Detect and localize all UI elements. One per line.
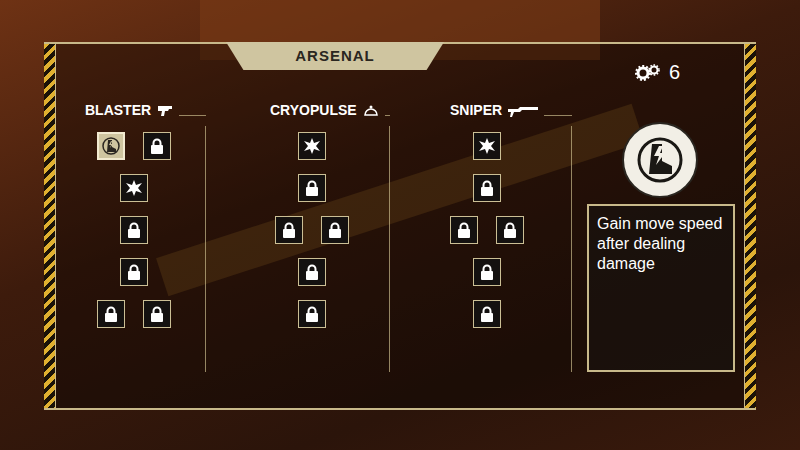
- lock-icon: [126, 222, 142, 239]
- node-row: [450, 300, 524, 328]
- lock-icon: [327, 222, 343, 239]
- tree-header: BLASTER: [56, 100, 206, 120]
- lock-icon: [281, 222, 297, 239]
- skill-node[interactable]: [275, 216, 303, 244]
- skill-node[interactable]: [298, 132, 326, 160]
- skill-tree: CRYOPULSE: [206, 44, 390, 408]
- skill-tree: BLASTER: [56, 44, 206, 408]
- tree-header: SNIPER: [390, 100, 572, 120]
- node-row: [275, 174, 349, 202]
- burst-icon: [478, 137, 496, 155]
- lock-icon: [304, 180, 320, 197]
- lock-icon: [479, 306, 495, 323]
- lock-icon: [126, 264, 142, 281]
- skill-node[interactable]: [298, 300, 326, 328]
- node-row: [275, 300, 349, 328]
- lock-icon: [304, 264, 320, 281]
- node-row: [97, 132, 171, 160]
- description-text: Gain move speed after dealing damage: [597, 214, 725, 274]
- skill-node[interactable]: [473, 300, 501, 328]
- panel-title: ARSENAL: [295, 45, 375, 68]
- skill-node[interactable]: [120, 216, 148, 244]
- node-row: [97, 216, 171, 244]
- lock-icon: [456, 222, 472, 239]
- lock-icon: [103, 306, 119, 323]
- node-box: [450, 132, 524, 328]
- header-line: [179, 115, 206, 116]
- skill-node[interactable]: [120, 174, 148, 202]
- skill-node[interactable]: [97, 300, 125, 328]
- skill-node[interactable]: [143, 300, 171, 328]
- cryo-dome-icon: [363, 103, 379, 117]
- hazard-stripe: [44, 44, 56, 408]
- skill-node[interactable]: [143, 132, 171, 160]
- skill-node[interactable]: [473, 258, 501, 286]
- sniper-rifle-icon: [508, 103, 538, 117]
- node-box: [97, 132, 171, 328]
- header-line: [544, 115, 572, 116]
- detail-area: 6 Gain move speed after dealing damage: [572, 44, 744, 408]
- description-box: Gain move speed after dealing damage: [587, 204, 735, 372]
- tree-name: SNIPER: [450, 100, 502, 121]
- skill-node[interactable]: [97, 132, 125, 160]
- skill-node[interactable]: [450, 216, 478, 244]
- node-row: [97, 258, 171, 286]
- node-row: [275, 258, 349, 286]
- skill-node[interactable]: [473, 174, 501, 202]
- skill-node[interactable]: [496, 216, 524, 244]
- node-row: [97, 300, 171, 328]
- tree-header: CRYOPULSE: [206, 100, 390, 120]
- speed-boot-icon: [102, 137, 120, 155]
- skill-node[interactable]: [321, 216, 349, 244]
- pistol-icon: [157, 103, 173, 117]
- tree-nodes: [56, 126, 206, 372]
- node-row: [97, 174, 171, 202]
- skill-node[interactable]: [298, 174, 326, 202]
- speed-boot-icon: [636, 136, 684, 184]
- lock-icon: [149, 306, 165, 323]
- arsenal-panel: ARSENAL BLASTER CRYOPULSE SNIPER 6 Gain move …: [44, 42, 756, 410]
- lock-icon: [479, 264, 495, 281]
- skill-tree: SNIPER: [390, 44, 572, 408]
- lock-icon: [149, 138, 165, 155]
- node-row: [450, 216, 524, 244]
- header-line: [385, 115, 390, 116]
- skill-node[interactable]: [120, 258, 148, 286]
- node-row: [275, 132, 349, 160]
- tree-name: CRYOPULSE: [270, 100, 357, 121]
- title-tab: ARSENAL: [226, 42, 444, 70]
- skill-node[interactable]: [473, 132, 501, 160]
- lock-icon: [479, 180, 495, 197]
- hazard-stripe: [744, 44, 756, 408]
- gears-icon: [635, 63, 661, 81]
- selected-skill-icon: [622, 122, 698, 198]
- lock-icon: [304, 306, 320, 323]
- tree-name: BLASTER: [85, 100, 151, 121]
- node-row: [450, 258, 524, 286]
- node-row: [450, 132, 524, 160]
- node-box: [275, 132, 349, 328]
- node-row: [275, 216, 349, 244]
- skill-node[interactable]: [298, 258, 326, 286]
- tree-nodes: [390, 126, 572, 372]
- tree-nodes: [206, 126, 390, 372]
- points-counter: 6: [572, 60, 744, 84]
- points-value: 6: [669, 62, 680, 82]
- lock-icon: [502, 222, 518, 239]
- burst-icon: [303, 137, 321, 155]
- burst-icon: [125, 179, 143, 197]
- node-row: [450, 174, 524, 202]
